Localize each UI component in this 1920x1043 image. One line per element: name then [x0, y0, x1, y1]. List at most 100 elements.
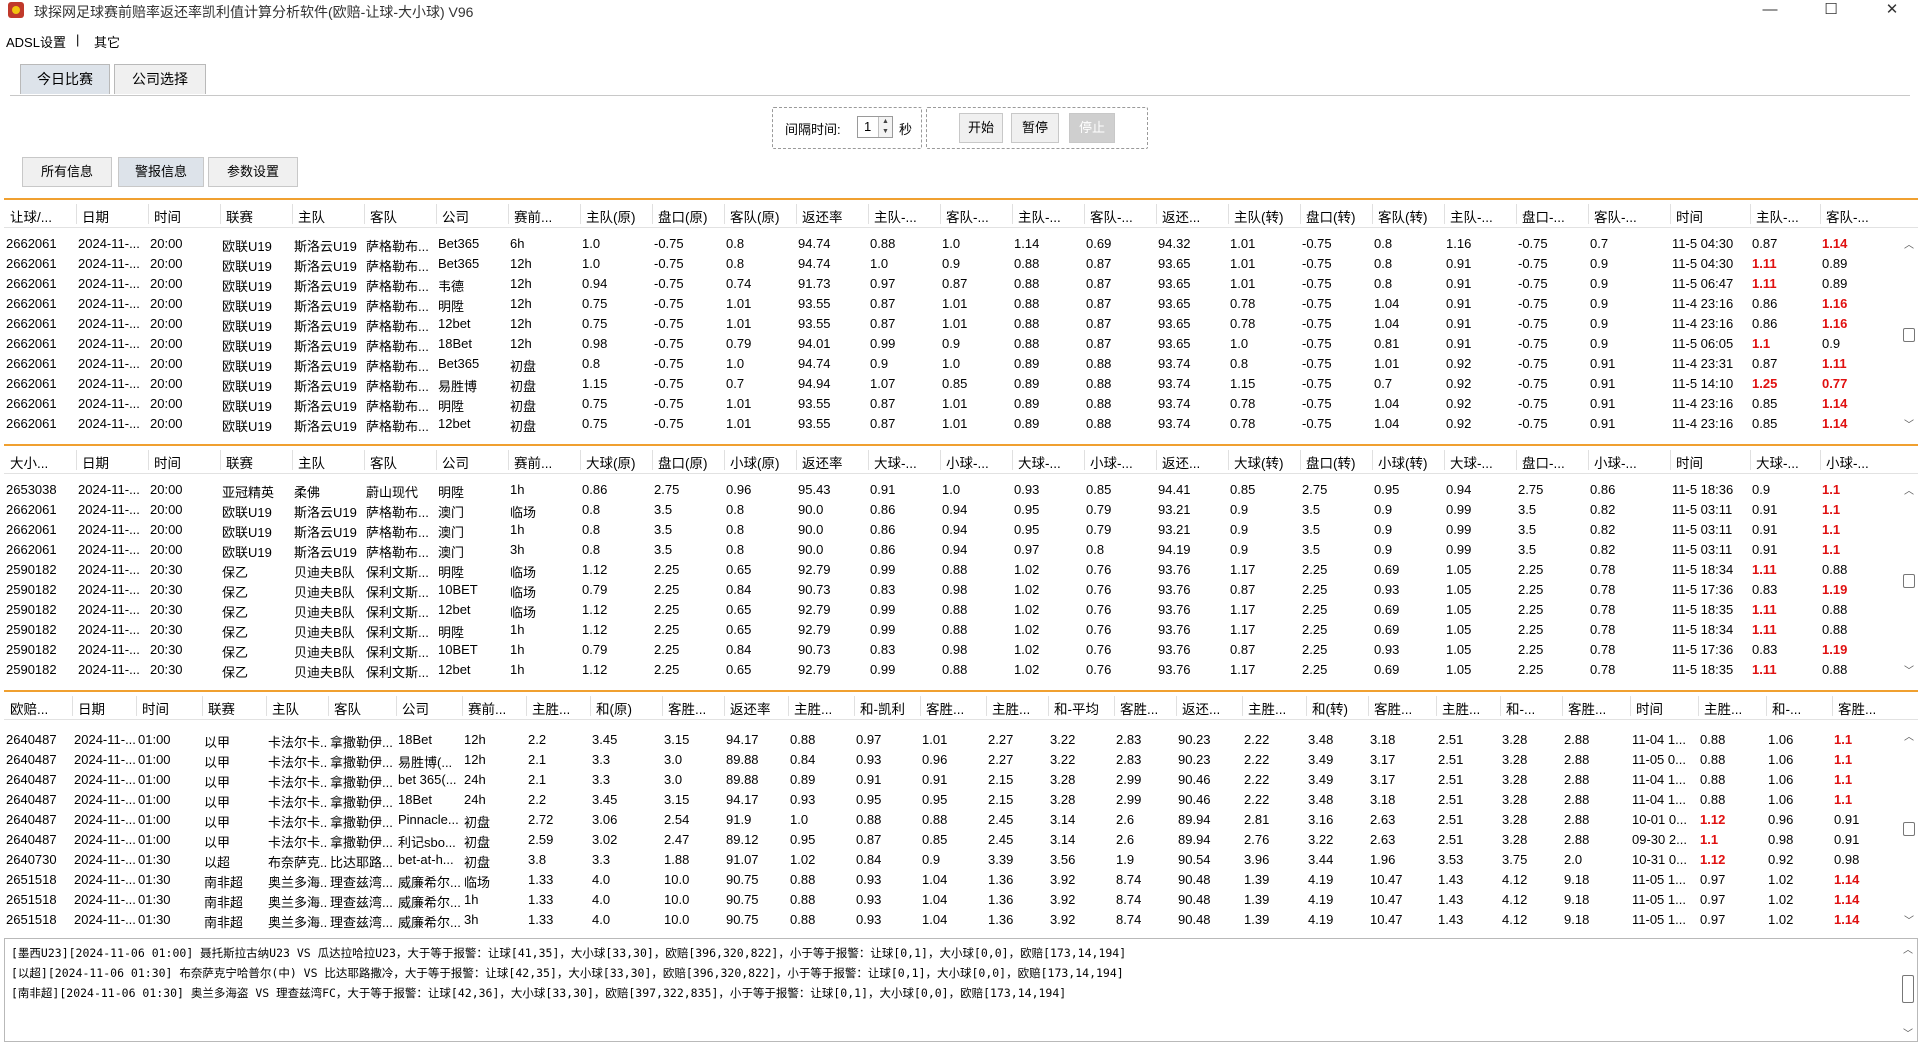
- column-header[interactable]: 盘口-...: [1522, 206, 1586, 226]
- column-header[interactable]: 主队: [272, 698, 326, 718]
- column-header[interactable]: 小球(原): [730, 452, 794, 472]
- column-header[interactable]: 返还...: [1162, 206, 1226, 226]
- column-header[interactable]: 客队: [334, 698, 394, 718]
- scroll-down-icon[interactable]: ﹀: [1900, 416, 1918, 431]
- table-row[interactable]: 2662061 2024-11-... 20:00 欧联U19 斯洛云U19 萨格勒布..…: [4, 273, 1894, 294]
- column-header[interactable]: 日期: [82, 206, 146, 226]
- over-under-table[interactable]: 大小... 日期 时间 联赛 主队 客队 公司 赛前... 大球(原) 盘口(原) 小球(原) 返还率…: [4, 444, 1918, 680]
- subtab-param-settings[interactable]: 参数设置: [208, 157, 298, 187]
- subtab-alert-info[interactable]: 警报信息: [118, 157, 204, 187]
- column-header[interactable]: 大球-...: [874, 452, 938, 472]
- column-header[interactable]: 盘口(原): [658, 206, 722, 226]
- handicap-table[interactable]: 让球/... 日期 时间 联赛 主队 客队 公司 赛前... 主队(原) 盘口(原) 客队(原) 返还…: [4, 198, 1918, 434]
- column-header[interactable]: 主胜...: [532, 698, 588, 718]
- column-header[interactable]: 小球-...: [946, 452, 1010, 472]
- column-header[interactable]: 返还...: [1182, 698, 1240, 718]
- scroll-thumb[interactable]: [1902, 975, 1914, 1003]
- close-button[interactable]: ✕: [1864, 0, 1920, 22]
- stepper-down-icon[interactable]: ▼: [878, 127, 892, 137]
- column-header[interactable]: 盘口(原): [658, 452, 722, 472]
- minimize-button[interactable]: —: [1742, 0, 1798, 22]
- column-header[interactable]: 公司: [442, 206, 506, 226]
- table-row[interactable]: 2640487 2024-11-... 01:00 以甲 卡法尔卡... 拿撒勒伊... 易…: [4, 749, 1894, 770]
- table-row[interactable]: 2662061 2024-11-... 20:00 欧联U19 斯洛云U19 萨格勒布..…: [4, 233, 1894, 254]
- column-header[interactable]: 主队(转): [1234, 206, 1298, 226]
- column-header[interactable]: 客队-...: [946, 206, 1010, 226]
- column-header[interactable]: 时间: [154, 206, 218, 226]
- scroll-down-icon[interactable]: ﹀: [1900, 662, 1918, 677]
- interval-stepper[interactable]: 1 ▲ ▼: [857, 116, 893, 138]
- column-header[interactable]: 赛前...: [514, 206, 578, 226]
- column-header[interactable]: 联赛: [226, 452, 290, 472]
- table-row[interactable]: 2590182 2024-11-... 20:30 保乙 贝迪夫B队 保利文斯... 12b…: [4, 599, 1894, 620]
- column-header[interactable]: 和-...: [1772, 698, 1830, 718]
- column-header[interactable]: 客队: [370, 452, 434, 472]
- column-header[interactable]: 和-...: [1506, 698, 1560, 718]
- column-header[interactable]: 时间: [1676, 206, 1748, 226]
- column-header[interactable]: 返还率: [802, 452, 866, 472]
- table-row[interactable]: 2662061 2024-11-... 20:00 欧联U19 斯洛云U19 萨格勒布..…: [4, 333, 1894, 354]
- table-row[interactable]: 2640487 2024-11-... 01:00 以甲 卡法尔卡... 拿撒勒伊... 1…: [4, 729, 1894, 750]
- column-header[interactable]: 主胜...: [1248, 698, 1304, 718]
- column-header[interactable]: 盘口(转): [1306, 452, 1370, 472]
- scroll-thumb[interactable]: [1903, 328, 1915, 342]
- table-row[interactable]: 2640487 2024-11-... 01:00 以甲 卡法尔卡... 拿撒勒伊... 利…: [4, 829, 1894, 850]
- column-header[interactable]: 大球(转): [1234, 452, 1298, 472]
- table-row[interactable]: 2640487 2024-11-... 01:00 以甲 卡法尔卡... 拿撒勒伊... P…: [4, 809, 1894, 830]
- column-header[interactable]: 公司: [402, 698, 460, 718]
- table-row[interactable]: 2662061 2024-11-... 20:00 欧联U19 斯洛云U19 萨格勒布..…: [4, 393, 1894, 414]
- column-header[interactable]: 日期: [78, 698, 134, 718]
- scroll-down-icon[interactable]: ﹀: [1899, 1025, 1917, 1040]
- maximize-button[interactable]: ☐: [1803, 0, 1859, 22]
- table-row[interactable]: 2651518 2024-11-... 01:30 南非超 奥兰多海... 理查兹湾...…: [4, 909, 1894, 930]
- column-header[interactable]: 客胜...: [1568, 698, 1628, 718]
- column-header[interactable]: 和(原): [596, 698, 660, 718]
- column-header[interactable]: 和(转): [1312, 698, 1366, 718]
- table-row[interactable]: 2590182 2024-11-... 20:30 保乙 贝迪夫B队 保利文斯... 10B…: [4, 639, 1894, 660]
- table-scrollbar[interactable]: ︿ ﹀: [1900, 722, 1918, 930]
- column-header[interactable]: 欧赔...: [10, 698, 70, 718]
- scroll-thumb[interactable]: [1903, 822, 1915, 836]
- column-header[interactable]: 返还...: [1162, 452, 1226, 472]
- column-header[interactable]: 小球-...: [1594, 452, 1668, 472]
- alert-log[interactable]: [墨西U23][2024-11-06 01:00] 聂托斯拉古纳U23 VS 瓜…: [4, 938, 1918, 1042]
- scroll-up-icon[interactable]: ︿: [1900, 728, 1918, 743]
- table-row[interactable]: 2590182 2024-11-... 20:30 保乙 贝迪夫B队 保利文斯... 10B…: [4, 579, 1894, 600]
- column-header[interactable]: 返还率: [802, 206, 866, 226]
- column-header[interactable]: 主胜...: [1704, 698, 1764, 718]
- column-header[interactable]: 赛前...: [468, 698, 524, 718]
- column-header[interactable]: 小球(转): [1378, 452, 1442, 472]
- table-row[interactable]: 2662061 2024-11-... 20:00 欧联U19 斯洛云U19 萨格勒布..…: [4, 253, 1894, 274]
- table-row[interactable]: 2640487 2024-11-... 01:00 以甲 卡法尔卡... 拿撒勒伊... b…: [4, 769, 1894, 790]
- column-header[interactable]: 时间: [154, 452, 218, 472]
- column-header[interactable]: 盘口-...: [1522, 452, 1586, 472]
- column-header[interactable]: 时间: [1676, 452, 1748, 472]
- scroll-down-icon[interactable]: ﹀: [1900, 912, 1918, 927]
- column-header[interactable]: 客队-...: [1826, 206, 1890, 226]
- scroll-up-icon[interactable]: ︿: [1900, 236, 1918, 251]
- column-header[interactable]: 客队-...: [1594, 206, 1668, 226]
- column-header[interactable]: 客胜...: [1120, 698, 1174, 718]
- column-header[interactable]: 主队-...: [1450, 206, 1514, 226]
- column-header[interactable]: 大球-...: [1018, 452, 1082, 472]
- table-row[interactable]: 2662061 2024-11-... 20:00 欧联U19 斯洛云U19 萨格勒布..…: [4, 413, 1894, 434]
- table-scrollbar[interactable]: ︿ ﹀: [1900, 230, 1918, 434]
- column-header[interactable]: 客队(转): [1378, 206, 1442, 226]
- column-header[interactable]: 赛前...: [514, 452, 578, 472]
- table-row[interactable]: 2662061 2024-11-... 20:00 欧联U19 斯洛云U19 萨格勒布..…: [4, 353, 1894, 374]
- column-header[interactable]: 客胜...: [926, 698, 984, 718]
- column-header[interactable]: 日期: [82, 452, 146, 472]
- column-header[interactable]: 公司: [442, 452, 506, 472]
- menu-adsl-settings[interactable]: ADSL设置: [6, 32, 66, 51]
- european-odds-table[interactable]: 欧赔... 日期 时间 联赛 主队 客队 公司 赛前... 主胜... 和(原) 客胜... 返还率主…: [4, 690, 1918, 930]
- column-header[interactable]: 主队-...: [874, 206, 938, 226]
- scroll-thumb[interactable]: [1903, 574, 1915, 588]
- column-header[interactable]: 和-平均: [1054, 698, 1112, 718]
- start-button[interactable]: 开始: [959, 113, 1003, 143]
- column-header[interactable]: 主队: [298, 206, 362, 226]
- table-row[interactable]: 2653038 2024-11-... 20:00 亚冠精英 柔佛 蔚山现代 明陞 1h 0.8…: [4, 479, 1894, 500]
- column-header[interactable]: 大球(原): [586, 452, 650, 472]
- column-header[interactable]: 客队: [370, 206, 434, 226]
- column-header[interactable]: 大小...: [10, 452, 74, 472]
- column-header[interactable]: 客胜...: [1838, 698, 1890, 718]
